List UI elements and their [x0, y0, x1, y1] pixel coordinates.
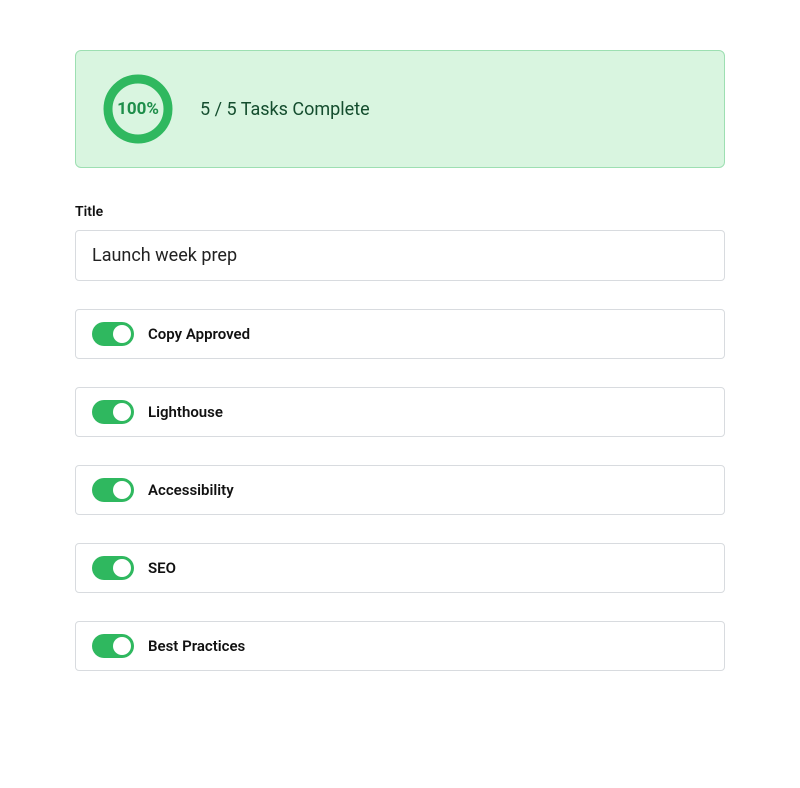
task-toggle[interactable]	[92, 400, 134, 424]
task-row: Copy Approved	[75, 309, 725, 359]
task-toggle[interactable]	[92, 556, 134, 580]
task-row: Accessibility	[75, 465, 725, 515]
title-input[interactable]	[75, 230, 725, 281]
task-row: Lighthouse	[75, 387, 725, 437]
task-label: Accessibility	[148, 481, 234, 499]
task-label: Lighthouse	[148, 403, 223, 421]
task-row: Best Practices	[75, 621, 725, 671]
task-row: SEO	[75, 543, 725, 593]
task-list: Copy Approved Lighthouse Accessibility S…	[75, 309, 725, 671]
task-label: Best Practices	[148, 637, 245, 655]
task-label: SEO	[148, 559, 176, 577]
title-field-label: Title	[75, 204, 725, 220]
progress-status-text: 5 / 5 Tasks Complete	[200, 99, 370, 120]
task-toggle[interactable]	[92, 478, 134, 502]
progress-ring-icon: 100%	[102, 73, 174, 145]
task-toggle[interactable]	[92, 322, 134, 346]
task-toggle[interactable]	[92, 634, 134, 658]
task-label: Copy Approved	[148, 325, 250, 343]
progress-summary-card: 100% 5 / 5 Tasks Complete	[75, 50, 725, 168]
progress-percent-text: 100%	[102, 73, 174, 145]
